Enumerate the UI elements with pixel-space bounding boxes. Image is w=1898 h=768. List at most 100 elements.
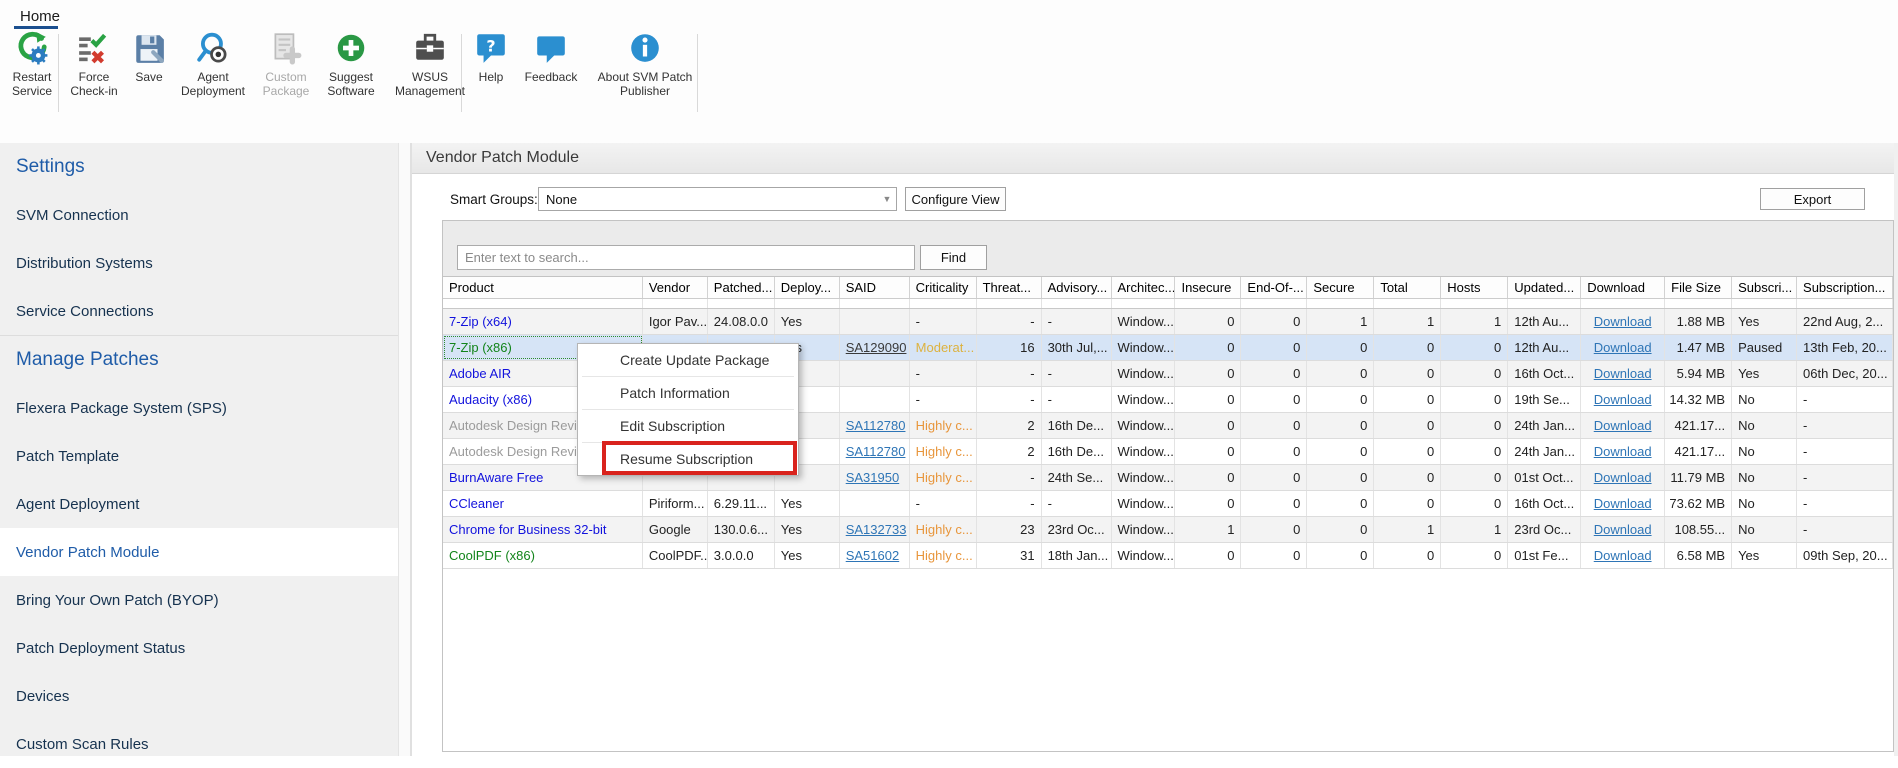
column-header-hosts[interactable]: Hosts xyxy=(1441,277,1508,298)
table-row[interactable]: 7-Zip (x64)Igor Pav...24.08.0.0Yes---Win… xyxy=(443,309,1893,335)
cell-secure: 0 xyxy=(1307,387,1374,412)
cell-said xyxy=(840,361,910,386)
product-link[interactable]: CoolPDF (x86) xyxy=(449,548,535,563)
agent-deployment-button[interactable]: Agent Deployment xyxy=(175,30,251,98)
cell-filesize: 1.88 MB xyxy=(1665,309,1732,334)
column-header-patched[interactable]: Patched... xyxy=(708,277,775,298)
feedback-button[interactable]: Feedback xyxy=(519,30,583,84)
table-row[interactable]: CCleanerPiriform...6.29.11...Yes---Windo… xyxy=(443,491,1893,517)
product-link[interactable]: CCleaner xyxy=(449,496,504,511)
download-link[interactable]: Download xyxy=(1594,522,1652,537)
sidebar-item-vendor-patch-module[interactable]: Vendor Patch Module xyxy=(0,528,398,576)
menu-item-create-update-package[interactable]: Create Update Package xyxy=(578,344,798,376)
find-button[interactable]: Find xyxy=(920,245,987,270)
table-row[interactable]: Chrome for Business 32-bitGoogle130.0.6.… xyxy=(443,517,1893,543)
column-header-arch[interactable]: Architec... xyxy=(1112,277,1176,298)
smart-groups-dropdown[interactable]: None ▼ xyxy=(538,187,897,211)
said-link[interactable]: SA132733 xyxy=(846,522,907,537)
app-window: Home xyxy=(0,0,1898,756)
sidebar-item-bring-your-own-patch-byop[interactable]: Bring Your Own Patch (BYOP) xyxy=(0,576,398,624)
sidebar-item-agent-deployment[interactable]: Agent Deployment xyxy=(0,480,398,528)
search-input[interactable] xyxy=(457,245,915,270)
said-link[interactable]: SA112780 xyxy=(846,444,906,459)
product-link[interactable]: Audacity (x86) xyxy=(449,392,532,407)
column-header-secure[interactable]: Secure xyxy=(1307,277,1374,298)
column-header-advisory[interactable]: Advisory... xyxy=(1042,277,1112,298)
sidebar-item-patch-template[interactable]: Patch Template xyxy=(0,432,398,480)
cell-filesize: 421.17... xyxy=(1665,413,1732,438)
column-header-download[interactable]: Download xyxy=(1581,277,1665,298)
download-link[interactable]: Download xyxy=(1594,548,1652,563)
smart-groups-label: Smart Groups: xyxy=(450,192,538,207)
download-link[interactable]: Download xyxy=(1594,496,1652,511)
download-link[interactable]: Download xyxy=(1594,444,1652,459)
cell-advisory: - xyxy=(1042,361,1112,386)
restart-service-button[interactable]: Restart Service xyxy=(5,30,59,98)
column-header-said[interactable]: SAID xyxy=(840,277,910,298)
tab-home[interactable]: Home xyxy=(16,6,64,27)
download-link[interactable]: Download xyxy=(1594,470,1652,485)
product-link[interactable]: Autodesk Design Revie... xyxy=(449,418,595,433)
column-header-total[interactable]: Total xyxy=(1374,277,1441,298)
column-header-subscription[interactable]: Subscription... xyxy=(1797,277,1893,298)
said-link[interactable]: SA51602 xyxy=(846,548,900,563)
sidebar-item-service-connections[interactable]: Service Connections xyxy=(0,287,398,335)
configure-view-button[interactable]: Configure View xyxy=(905,187,1006,211)
cell-threat: 31 xyxy=(977,543,1042,568)
sidebar-item-patch-deployment-status[interactable]: Patch Deployment Status xyxy=(0,624,398,672)
download-link[interactable]: Download xyxy=(1594,314,1652,329)
download-link[interactable]: Download xyxy=(1594,340,1652,355)
menu-item-edit-subscription[interactable]: Edit Subscription xyxy=(578,410,798,442)
product-link[interactable]: Adobe AIR xyxy=(449,366,511,381)
menu-item-resume-subscription[interactable]: Resume Subscription xyxy=(578,443,798,475)
cell-download: Download xyxy=(1581,465,1665,490)
column-header-endoflife[interactable]: End-Of-... xyxy=(1241,277,1307,298)
product-link[interactable]: Chrome for Business 32-bit xyxy=(449,522,607,537)
cell-criticality: Highly c... xyxy=(910,439,977,464)
band-cell xyxy=(1042,299,1112,308)
cell-hosts: 1 xyxy=(1441,309,1508,334)
cell-subscription: 06th Dec, 20... xyxy=(1797,361,1893,386)
ribbon: Home xyxy=(0,0,1898,144)
sidebar-item-distribution-systems[interactable]: Distribution Systems xyxy=(0,239,398,287)
band-cell xyxy=(840,299,910,308)
cell-filesize: 14.32 MB xyxy=(1665,387,1732,412)
download-link[interactable]: Download xyxy=(1594,366,1652,381)
force-checkin-button[interactable]: Force Check-in xyxy=(65,30,123,98)
product-link[interactable]: BurnAware Free xyxy=(449,470,543,485)
download-link[interactable]: Download xyxy=(1594,418,1652,433)
column-header-filesize[interactable]: File Size xyxy=(1665,277,1732,298)
table-row[interactable]: CoolPDF (x86)CoolPDF...3.0.0.0YesSA51602… xyxy=(443,543,1893,569)
product-link[interactable]: 7-Zip (x86) xyxy=(449,340,512,355)
said-link[interactable]: SA129090 xyxy=(846,340,907,355)
help-button[interactable]: ? Help xyxy=(469,30,513,84)
cell-deploy: Yes xyxy=(775,517,840,542)
download-link[interactable]: Download xyxy=(1594,392,1652,407)
column-header-product[interactable]: Product xyxy=(443,277,643,298)
toolbar-separator xyxy=(697,34,698,112)
column-header-criticality[interactable]: Criticality xyxy=(910,277,977,298)
sidebar-item-flexera-package-system-sps[interactable]: Flexera Package System (SPS) xyxy=(0,384,398,432)
column-header-insecure[interactable]: Insecure xyxy=(1175,277,1241,298)
menu-item-patch-information[interactable]: Patch Information xyxy=(578,377,798,409)
export-button[interactable]: Export xyxy=(1760,188,1865,210)
column-header-updated[interactable]: Updated... xyxy=(1508,277,1581,298)
band-cell xyxy=(1581,299,1665,308)
suggest-software-button[interactable]: Suggest Software xyxy=(321,30,381,98)
about-button[interactable]: About SVM Patch Publisher xyxy=(589,30,701,98)
said-link[interactable]: SA112780 xyxy=(846,418,906,433)
product-link[interactable]: 7-Zip (x64) xyxy=(449,314,512,329)
sidebar-item-svm-connection[interactable]: SVM Connection xyxy=(0,191,398,239)
column-header-vendor[interactable]: Vendor xyxy=(643,277,708,298)
cell-endoflife: 0 xyxy=(1241,543,1307,568)
product-link[interactable]: Autodesk Design Revie... xyxy=(449,444,595,459)
column-header-deploy[interactable]: Deploy... xyxy=(775,277,840,298)
sidebar-item-custom-scan-rules[interactable]: Custom Scan Rules xyxy=(0,720,398,768)
band-cell xyxy=(443,299,643,308)
save-button[interactable]: Save xyxy=(129,30,169,84)
cell-updated: 16th Oct... xyxy=(1508,361,1581,386)
column-header-threat[interactable]: Threat... xyxy=(977,277,1042,298)
sidebar-item-devices[interactable]: Devices xyxy=(0,672,398,720)
said-link[interactable]: SA31950 xyxy=(846,470,900,485)
column-header-subscribed[interactable]: Subscri... xyxy=(1732,277,1797,298)
